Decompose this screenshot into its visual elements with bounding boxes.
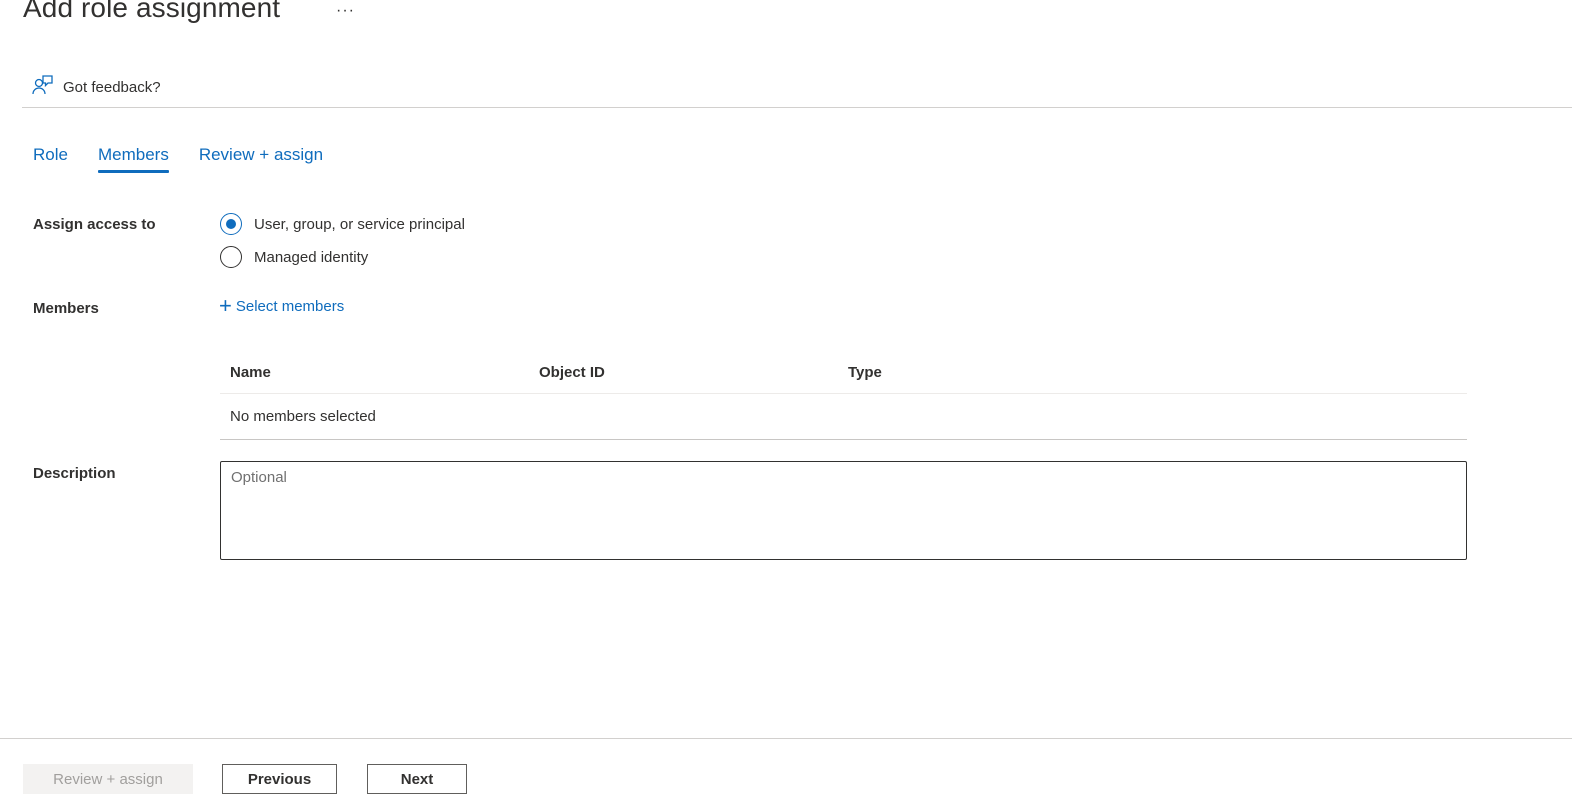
wizard-tabs: Role Members Review + assign (33, 145, 353, 173)
tab-role[interactable]: Role (33, 145, 68, 173)
feedback-divider (22, 107, 1572, 108)
empty-members-row: No members selected (220, 394, 1467, 440)
feedback-button[interactable]: Got feedback? (31, 74, 161, 100)
assign-access-label: Assign access to (33, 216, 156, 233)
next-button[interactable]: Next (367, 764, 467, 794)
radio-unchecked-icon (220, 246, 242, 268)
feedback-label: Got feedback? (63, 78, 161, 96)
page-title: Add role assignment (23, 0, 281, 23)
review-assign-button[interactable]: Review + assign (23, 764, 193, 794)
plus-icon: + (219, 293, 232, 318)
tab-members[interactable]: Members (97, 145, 169, 173)
members-table: Name Object ID Type No members selected (220, 352, 1467, 440)
radio-label: User, group, or service principal (254, 215, 465, 233)
radio-checked-icon (220, 213, 242, 235)
column-header-object-id[interactable]: Object ID (529, 364, 838, 381)
radio-user-group-service-principal[interactable]: User, group, or service principal (220, 213, 465, 235)
description-label: Description (33, 465, 116, 482)
select-members-label: Select members (235, 297, 345, 315)
column-header-type[interactable]: Type (838, 364, 882, 381)
table-header: Name Object ID Type (220, 352, 1467, 394)
select-members-link[interactable]: + Select members (219, 293, 345, 318)
radio-label: Managed identity (254, 248, 369, 266)
tab-review-assign[interactable]: Review + assign (199, 145, 323, 173)
members-label: Members (33, 300, 99, 317)
description-field[interactable] (220, 461, 1467, 560)
add-role-assignment-page: Add role assignment ··· Got feedback? Ro… (0, 0, 1572, 795)
radio-managed-identity[interactable]: Managed identity (220, 246, 368, 268)
more-actions-button[interactable]: ··· (336, 2, 355, 20)
footer-divider (0, 738, 1572, 739)
column-header-name[interactable]: Name (220, 364, 529, 381)
feedback-person-icon (31, 74, 53, 101)
previous-button[interactable]: Previous (222, 764, 337, 794)
